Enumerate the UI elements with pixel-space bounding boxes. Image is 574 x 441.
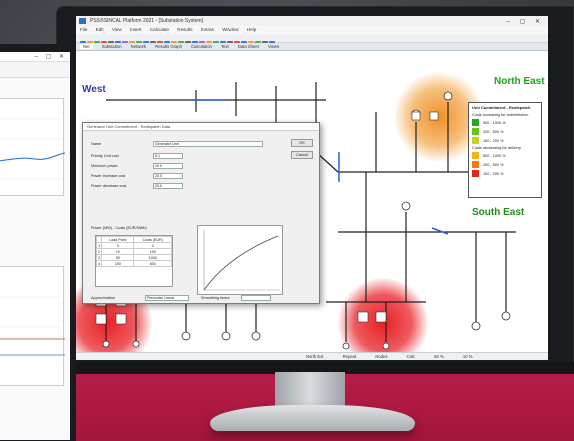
network-diagram-canvas[interactable]: West North East South East Unit Commitme…: [76, 52, 548, 360]
dialog-ok-button[interactable]: OK: [291, 139, 313, 147]
tab-network[interactable]: Network: [131, 44, 146, 49]
legend-swatch: [472, 152, 479, 159]
legend-item: 500 - 1000 %: [483, 153, 506, 158]
menu-edit[interactable]: Edit: [96, 27, 104, 32]
cost-curve-chart: [197, 225, 283, 295]
menu-calculate[interactable]: Calculate: [150, 27, 169, 32]
app-menubar: File Edit View Insert Calculate Results …: [76, 26, 548, 34]
menu-view[interactable]: View: [112, 27, 122, 32]
dialog-field-label: Minimum power: [91, 164, 118, 168]
cost-curve-plot: [203, 230, 280, 291]
tab-views[interactable]: Views: [268, 44, 279, 49]
dialog-name-label: Name: [91, 142, 102, 146]
legend-title: Unit Commitment - Redispatch: [472, 105, 531, 110]
redispatch-legend: Unit Commitment - Redispatch Costs incre…: [468, 102, 542, 198]
status-item: Nodes: [375, 354, 388, 359]
region-label-north-east: North East: [494, 76, 545, 87]
dialog-field-label: Priority Unit cost: [91, 154, 119, 158]
table-row[interactable]: 4 100 600: [95, 260, 172, 267]
menu-file[interactable]: File: [80, 27, 87, 32]
menu-window[interactable]: Window: [222, 27, 238, 32]
region-label-west: West: [82, 84, 106, 95]
dialog-table-title: Power (MW) - Costs (EUR/MWh): [91, 226, 147, 230]
approximation-label: Approximation: [91, 296, 116, 300]
secondary-toolbar: [0, 62, 70, 78]
legend-swatch: [472, 161, 479, 168]
legend-swatch: [472, 119, 479, 126]
monitor-stand-base: [210, 405, 415, 431]
secondary-chart-panel: [0, 266, 65, 386]
dialog-title: Generator Unit Commitment - Redispatch D…: [83, 123, 319, 131]
legend-item: 200 - 500 %: [483, 162, 504, 167]
secondary-screen: – ▢ ✕ ⊞⊟⊠⊕: [0, 52, 70, 440]
dialog-field-label: Power decrease cost: [91, 184, 127, 188]
window-controls-icon[interactable]: – ▢ ✕: [35, 53, 67, 60]
dialog-field-input[interactable]: 20.0: [153, 183, 183, 189]
app-statusbar: North Ext Repeat Nodes Calc 60 % 10 %: [76, 352, 548, 360]
app-toolbar: [76, 34, 548, 47]
app-tabbar: Net Substation Network Results Graph Cal…: [76, 43, 548, 51]
app-title: PSS®SINCAL Platform 2021 - [Substation S…: [90, 18, 203, 24]
status-item: Repeat: [342, 354, 357, 359]
legend-item: 500 - 1000 %: [483, 120, 506, 125]
dialog-cancel-button[interactable]: Cancel: [291, 151, 313, 159]
menu-help[interactable]: Help: [247, 27, 256, 32]
legend-section-decrease: Costs decreasing for delivery: [472, 146, 521, 150]
tab-net[interactable]: Net: [80, 44, 93, 49]
legend-section-increase: Costs increasing for redistribution: [472, 113, 529, 117]
region-label-south-east: South East: [472, 207, 525, 218]
legend-swatch: [472, 170, 479, 177]
tab-substation[interactable]: Substation: [102, 44, 122, 49]
legend-item: 100 - 200 %: [483, 138, 504, 143]
legend-item: 100 - 200 %: [483, 171, 504, 176]
secondary-chart-panel: [0, 98, 66, 196]
legend-swatch: [472, 137, 479, 144]
smoothing-input[interactable]: [241, 295, 271, 301]
app-titlebar: PSS®SINCAL Platform 2021 - [Substation S…: [76, 16, 548, 26]
secondary-line-chart: [0, 296, 65, 358]
app-icon: [79, 18, 86, 24]
legend-swatch: [472, 128, 479, 135]
legend-item: 200 - 500 %: [483, 129, 504, 134]
tab-text[interactable]: Text: [221, 44, 229, 49]
menu-insert[interactable]: Insert: [130, 27, 142, 32]
approximation-select[interactable]: Piecewise Linear: [145, 295, 189, 301]
dialog-name-input[interactable]: Generator Unit: [153, 141, 263, 147]
cost-curve-table[interactable]: Load Point Costs (EUR) 100 2 10 100 3 50 100…: [95, 235, 173, 287]
status-item: 60 %: [434, 354, 444, 359]
tab-calculation[interactable]: Calculation: [191, 44, 212, 49]
menu-results[interactable]: Results: [177, 27, 192, 32]
status-item: Calc: [406, 354, 415, 359]
status-item: 10 %: [462, 354, 473, 359]
tab-results-graph[interactable]: Results Graph: [155, 44, 182, 49]
dialog-field-label: Power increase cost: [91, 174, 126, 178]
dialog-field-input[interactable]: 20.0: [153, 173, 183, 179]
menu-extras[interactable]: Extras: [201, 27, 214, 32]
smoothing-label: Smoothing factor: [201, 296, 230, 300]
desk-scene: PSS®SINCAL Platform 2021 - [Substation S…: [0, 0, 574, 441]
tab-data-sheet[interactable]: Data Sheet: [238, 44, 259, 49]
dialog-field-input[interactable]: 0.1: [153, 153, 183, 159]
secondary-line-chart: [0, 118, 66, 180]
redispatch-data-dialog: Generator Unit Commitment - Redispatch D…: [82, 122, 320, 304]
dialog-field-input[interactable]: 10.0: [153, 163, 183, 169]
secondary-titlebar: – ▢ ✕: [0, 52, 70, 62]
status-item: North Ext: [306, 354, 324, 359]
main-screen: PSS®SINCAL Platform 2021 - [Substation S…: [76, 16, 548, 360]
